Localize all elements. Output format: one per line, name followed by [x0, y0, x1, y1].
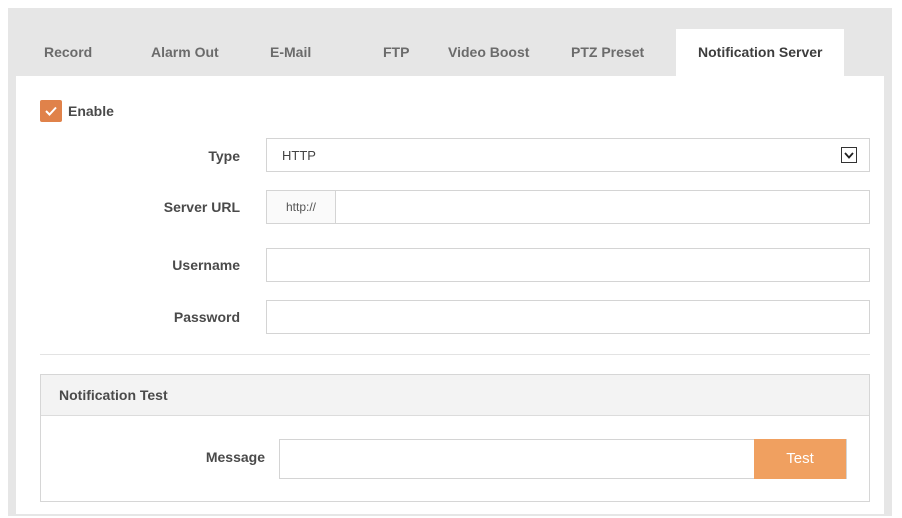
tab-ptz-preset[interactable]: PTZ Preset [571, 44, 644, 60]
server-url-field: http:// [266, 190, 870, 225]
enable-row: Enable [40, 100, 114, 122]
notification-test-title: Notification Test [41, 375, 869, 416]
chevron-down-icon[interactable] [841, 147, 857, 163]
notification-server-panel: Enable Type HTTP Server URL http:// User… [16, 76, 884, 514]
server-url-input[interactable] [343, 191, 867, 225]
type-select[interactable]: HTTP [266, 138, 870, 172]
test-button[interactable]: Test [754, 439, 846, 479]
username-input[interactable] [277, 249, 865, 283]
password-input[interactable] [277, 301, 865, 335]
tab-video-boost[interactable]: Video Boost [448, 44, 529, 60]
message-input[interactable] [290, 440, 754, 480]
tab-record[interactable]: Record [44, 44, 92, 60]
tab-email[interactable]: E-Mail [270, 44, 311, 60]
message-field: Test [279, 439, 847, 480]
checkmark-icon [45, 106, 57, 116]
notification-test-box: Notification Test Message Test [40, 374, 870, 502]
username-label: Username [172, 257, 240, 273]
type-label: Type [208, 148, 240, 164]
type-selected-value: HTTP [282, 147, 316, 163]
server-url-label: Server URL [163, 199, 240, 215]
enable-checkbox[interactable] [40, 100, 62, 122]
settings-frame: Record Alarm Out E-Mail FTP Video Boost … [8, 8, 892, 516]
enable-label: Enable [68, 103, 114, 119]
tab-bar: Record Alarm Out E-Mail FTP Video Boost … [8, 8, 892, 76]
username-field [266, 248, 870, 283]
message-label: Message [205, 449, 265, 465]
password-label: Password [173, 309, 240, 325]
tab-alarm-out[interactable]: Alarm Out [151, 44, 219, 60]
url-prefix: http:// [267, 191, 336, 223]
section-divider [40, 354, 870, 355]
tab-notification-server[interactable]: Notification Server [676, 29, 845, 76]
password-field [266, 300, 870, 335]
tab-ftp[interactable]: FTP [383, 44, 409, 60]
